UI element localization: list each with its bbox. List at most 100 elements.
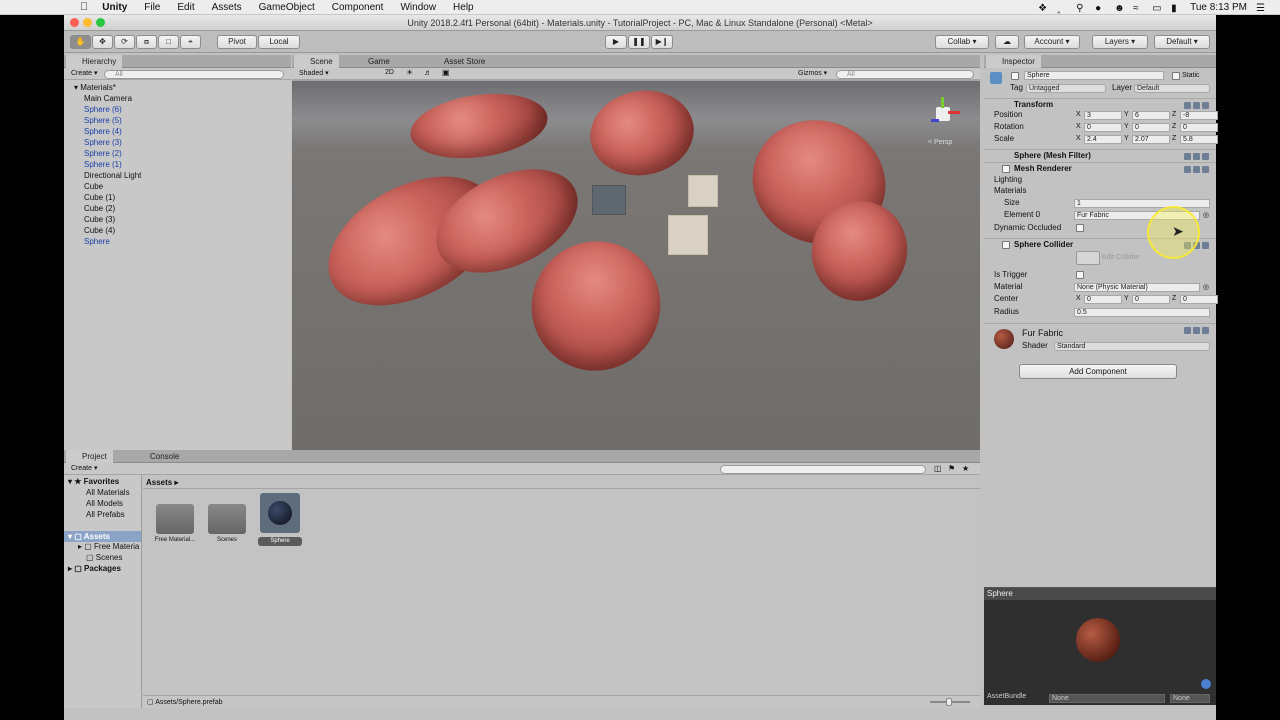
hierarchy-item[interactable]: Sphere (3): [84, 137, 122, 148]
static-checkbox[interactable]: [1172, 72, 1180, 80]
pause-button[interactable]: ❚❚: [628, 35, 650, 49]
radius-input[interactable]: 0.5: [1074, 308, 1210, 317]
scale-y-input[interactable]: 2.07: [1132, 135, 1170, 144]
apple-icon[interactable]: : [80, 0, 88, 15]
menu-help[interactable]: Help: [453, 0, 474, 15]
hierarchy-create-button[interactable]: Create ▾: [71, 69, 97, 77]
hierarchy-scene-root[interactable]: ▾ Materials*: [74, 82, 116, 93]
hierarchy-item[interactable]: Main Camera: [84, 93, 132, 104]
hierarchy-item[interactable]: Cube (2): [84, 203, 115, 214]
hierarchy-item[interactable]: Sphere (5): [84, 115, 122, 126]
pivot-toggle[interactable]: Pivot: [217, 35, 257, 49]
center-y-input[interactable]: 0: [1132, 295, 1170, 304]
tab-asset-store[interactable]: Asset Store: [428, 55, 491, 68]
asset-prefab-sphere[interactable]: Sphere: [258, 493, 302, 547]
sphere-object[interactable]: [406, 85, 552, 167]
battery-icon[interactable]: ▮: [1171, 3, 1181, 14]
favorite-item[interactable]: All Prefabs: [86, 510, 125, 519]
user-icon[interactable]: ☻: [1114, 3, 1125, 14]
favorites-foldout[interactable]: ▾ ★ Favorites: [68, 477, 119, 486]
hierarchy-item[interactable]: Sphere (6): [84, 104, 122, 115]
shader-dropdown[interactable]: Standard: [1054, 342, 1210, 351]
tree-packages[interactable]: ▸ ▢ Packages: [68, 564, 121, 573]
move-tool-icon[interactable]: ✥: [92, 35, 113, 49]
project-search-input[interactable]: [720, 465, 926, 474]
local-toggle[interactable]: Local: [258, 35, 300, 49]
object-picker-icon[interactable]: ◎: [1203, 211, 1209, 219]
favorite-item[interactable]: All Materials: [86, 488, 130, 497]
filter-type-icon[interactable]: ◫: [934, 464, 942, 473]
hierarchy-item[interactable]: Sphere (1): [84, 159, 122, 170]
rotation-z-input[interactable]: 0: [1180, 123, 1218, 132]
component-settings-icon[interactable]: [1182, 165, 1212, 173]
menu-assets[interactable]: Assets: [212, 0, 242, 15]
hierarchy-item[interactable]: Sphere (4): [84, 126, 122, 137]
assetbundle-dropdown[interactable]: None: [1049, 694, 1165, 703]
filter-label-icon[interactable]: ⚑: [948, 464, 955, 473]
collab-button[interactable]: Collab ▾: [935, 35, 989, 49]
menu-unity[interactable]: Unity: [102, 0, 127, 15]
hand-tool-icon[interactable]: ✋: [70, 35, 91, 49]
scale-x-input[interactable]: 2.4: [1084, 135, 1122, 144]
center-z-input[interactable]: 0: [1180, 295, 1218, 304]
menu-gameobject[interactable]: GameObject: [259, 0, 315, 15]
menu-edit[interactable]: Edit: [177, 0, 194, 15]
position-y-input[interactable]: 6: [1132, 111, 1170, 120]
layers-dropdown[interactable]: Layers ▾: [1092, 35, 1148, 49]
lighting-foldout[interactable]: Lighting: [994, 175, 1022, 185]
play-button[interactable]: ▶: [605, 35, 627, 49]
perspective-label[interactable]: < Persp: [928, 139, 952, 146]
layer-dropdown[interactable]: Default: [1134, 84, 1210, 93]
materials-size-input[interactable]: 1: [1074, 199, 1210, 208]
menu-component[interactable]: Component: [332, 0, 384, 15]
tab-project[interactable]: Project: [66, 450, 113, 463]
tab-hierarchy[interactable]: Hierarchy: [66, 55, 123, 68]
preview-sphere[interactable]: [1076, 618, 1120, 662]
transform-header[interactable]: Transform: [984, 98, 1216, 110]
preview-light-icon[interactable]: [1201, 679, 1211, 689]
position-x-input[interactable]: 3: [1084, 111, 1122, 120]
scene-viewport[interactable]: < Persp: [292, 81, 980, 463]
mesh-filter-header[interactable]: Sphere (Mesh Filter): [984, 149, 1216, 161]
tree-free-materials[interactable]: ▸ ▢ Free Materia: [78, 542, 139, 551]
mode-2d-toggle[interactable]: 2D: [385, 69, 394, 76]
layout-dropdown[interactable]: Default ▾: [1154, 35, 1210, 49]
cube-object[interactable]: [688, 175, 718, 207]
rotation-y-input[interactable]: 0: [1132, 123, 1170, 132]
dynamic-occluded-checkbox[interactable]: [1076, 224, 1084, 232]
menu-window[interactable]: Window: [400, 0, 436, 15]
hierarchy-item[interactable]: Cube (4): [84, 225, 115, 236]
search-icon[interactable]: ⚲: [1076, 3, 1086, 14]
mesh-renderer-header[interactable]: Mesh Renderer: [984, 162, 1216, 174]
hierarchy-item[interactable]: Cube (1): [84, 192, 115, 203]
favorite-item[interactable]: All Models: [86, 499, 123, 508]
object-name-input[interactable]: Sphere: [1024, 71, 1164, 80]
cube-object[interactable]: [668, 215, 708, 255]
tree-scenes[interactable]: ▢ Scenes: [86, 553, 122, 562]
hierarchy-item[interactable]: Cube (3): [84, 214, 115, 225]
variant-dropdown[interactable]: None: [1170, 694, 1210, 703]
step-button[interactable]: ▶❙: [651, 35, 673, 49]
notification-center-icon[interactable]: ☰: [1256, 3, 1266, 14]
favorite-star-icon[interactable]: ★: [962, 464, 969, 473]
hierarchy-search-input[interactable]: All: [104, 70, 284, 79]
is-trigger-checkbox[interactable]: [1076, 271, 1084, 279]
tab-game[interactable]: Game: [352, 55, 396, 68]
rotation-x-input[interactable]: 0: [1084, 123, 1122, 132]
position-z-input[interactable]: -8: [1180, 111, 1218, 120]
materials-foldout[interactable]: Materials: [994, 186, 1026, 196]
project-create-button[interactable]: Create ▾: [71, 464, 97, 472]
rotate-tool-icon[interactable]: ⟳: [114, 35, 135, 49]
effects-toggle-icon[interactable]: ▣: [442, 68, 450, 77]
display-icon[interactable]: ▭: [1152, 3, 1162, 14]
hierarchy-item[interactable]: Sphere: [84, 236, 110, 247]
account-dropdown[interactable]: Account ▾: [1024, 35, 1080, 49]
zoom-window-icon[interactable]: [96, 18, 105, 27]
hierarchy-item[interactable]: Directional Light: [84, 170, 141, 181]
component-settings-icon[interactable]: [1182, 101, 1212, 109]
center-x-input[interactable]: 0: [1084, 295, 1122, 304]
sphere-collider-checkbox[interactable]: [1002, 241, 1010, 249]
transform-tool-icon[interactable]: ⌖: [180, 35, 201, 49]
scene-gizmo-icon[interactable]: [924, 97, 964, 137]
scale-tool-icon[interactable]: ⧈: [136, 35, 157, 49]
